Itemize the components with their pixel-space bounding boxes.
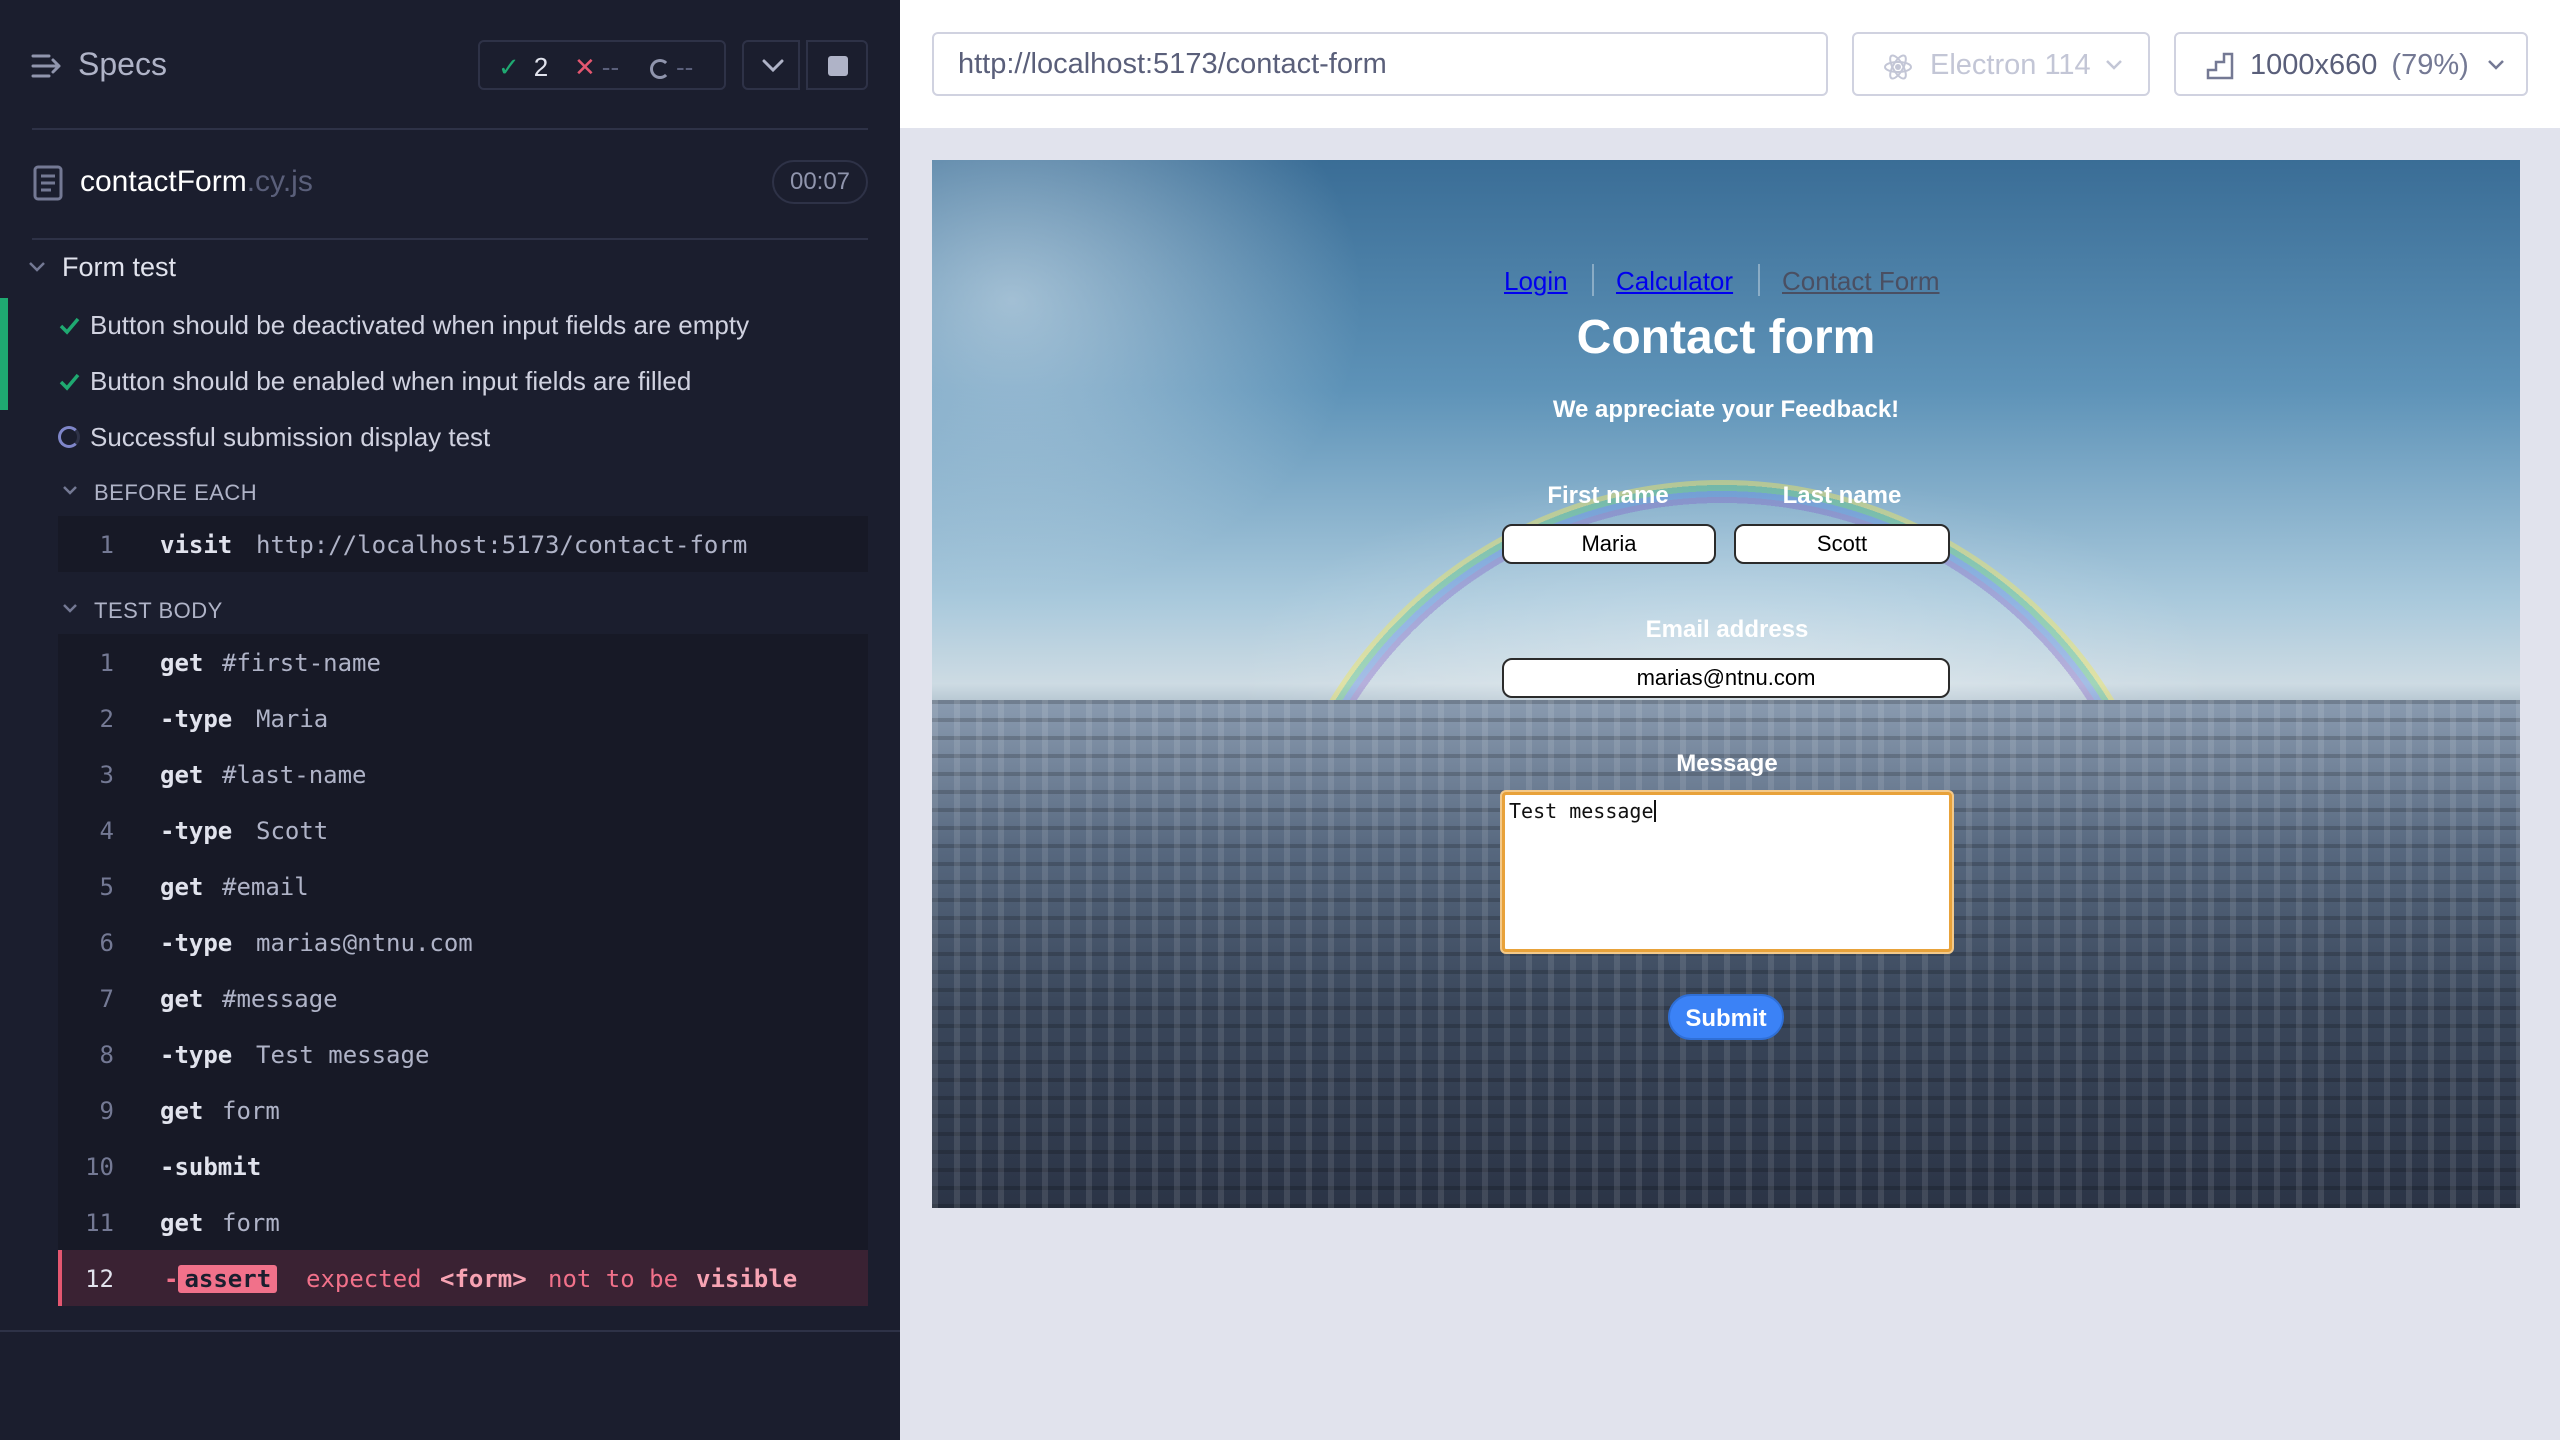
test-title: Button should be enabled when input fiel… (90, 366, 692, 396)
first-name-label: First name (1547, 482, 1669, 509)
spec-name[interactable]: contactForm.cy.js (80, 165, 313, 199)
duration-badge: 00:07 (772, 160, 868, 204)
collapse-button[interactable] (742, 40, 800, 90)
viewport-selector[interactable]: 1000x660 (79%) (2174, 32, 2528, 96)
chevron-down-icon (762, 59, 784, 73)
test-body-hook[interactable]: TEST BODY (0, 590, 900, 630)
assert-badge: assert (178, 1265, 278, 1293)
test-title: Button should be deactivated when input … (90, 310, 750, 340)
x-icon: ✕ (574, 52, 596, 82)
reporter-header: Specs ✓ 2 ✕ -- -- (0, 0, 900, 130)
command-log-panel: Specs ✓ 2 ✕ -- -- contactForm.cy.js 00:07 (0, 0, 900, 1440)
spec-file-row: contactForm.cy.js 00:07 (0, 150, 900, 220)
test-row-passed[interactable]: Button should be deactivated when input … (0, 298, 900, 354)
divider (0, 1330, 900, 1332)
message-label: Message (1676, 750, 1778, 777)
test-body-commands: 1 get #first-name 2 -type Maria 3 get #last-name… (58, 634, 868, 1306)
before-each-hook[interactable]: BEFORE EACH (0, 472, 900, 512)
divider (32, 238, 868, 240)
command-row[interactable]: 4 -type Scott (58, 802, 868, 858)
command-row[interactable]: 9 get form (58, 1082, 868, 1138)
text-caret (1653, 800, 1656, 822)
passed-count: ✓ 2 (498, 52, 549, 82)
submit-button[interactable]: Submit (1668, 994, 1784, 1040)
nav-login-link[interactable]: Login (1504, 266, 1568, 297)
suite-title: Form test (62, 252, 177, 282)
command-row[interactable]: 1 visit http://localhost:5173/contact-fo… (58, 516, 868, 572)
nav-calculator-link[interactable]: Calculator (1616, 266, 1733, 297)
command-row[interactable]: 11 get form (58, 1194, 868, 1250)
check-icon: ✓ (498, 52, 520, 82)
running-icon (58, 426, 80, 448)
command-row[interactable]: 6 -type marias@ntnu.com (58, 914, 868, 970)
ruler-icon (2206, 52, 2234, 80)
command-row[interactable]: 10 -submit (58, 1138, 868, 1194)
command-row[interactable]: 8 -type Test message (58, 1026, 868, 1082)
last-name-input[interactable]: Scott (1734, 524, 1950, 564)
first-name-input[interactable]: Maria (1502, 524, 1716, 564)
suite-row[interactable]: Form test (0, 250, 900, 290)
nav-separator (1758, 264, 1760, 296)
before-each-commands: 1 visit http://localhost:5173/contact-fo… (58, 516, 868, 572)
last-name-label: Last name (1782, 482, 1902, 509)
chevron-down-icon (63, 604, 77, 613)
stop-button[interactable] (806, 40, 868, 90)
command-row[interactable]: 1 get #first-name (58, 634, 868, 690)
page-title: Contact form (1576, 311, 1876, 364)
chevron-down-icon (63, 486, 77, 495)
chevron-down-icon (29, 262, 45, 272)
electron-icon (1884, 54, 1912, 80)
app-under-test: Login Calculator Contact Form Contact fo… (932, 160, 2520, 1208)
url-bar[interactable]: http://localhost:5173/contact-form (932, 32, 1828, 96)
hook-label: TEST BODY (94, 598, 223, 623)
nav-contact-form-link[interactable]: Contact Form (1782, 266, 1940, 297)
email-label: Email address (1645, 616, 1809, 643)
chevron-down-icon (2488, 60, 2504, 70)
app-nav: Login Calculator Contact Form (1504, 264, 1948, 300)
hook-label: BEFORE EACH (94, 480, 258, 505)
pass-indicator-bar (0, 298, 8, 354)
check-icon (59, 373, 80, 391)
stop-icon (828, 56, 848, 76)
pass-indicator-bar (0, 354, 8, 410)
document-icon (33, 165, 63, 201)
chevron-down-icon (2106, 60, 2122, 70)
command-row[interactable]: 5 get #email (58, 858, 868, 914)
failed-count: ✕ -- (574, 52, 620, 82)
browser-selector[interactable]: Electron 114 (1852, 32, 2150, 96)
check-icon (59, 317, 80, 335)
test-title: Successful submission display test (90, 422, 491, 452)
command-row[interactable]: 7 get #message (58, 970, 868, 1026)
pending-icon (650, 59, 670, 79)
page-subtitle: We appreciate your Feedback! (1552, 396, 1900, 423)
email-input[interactable]: marias@ntnu.com (1502, 658, 1950, 698)
test-stats: ✓ 2 ✕ -- -- (478, 40, 726, 90)
divider (32, 128, 868, 130)
aut-toolbar: http://localhost:5173/contact-form Elect… (900, 0, 2560, 128)
specs-list-icon[interactable] (30, 50, 62, 82)
nav-separator (1592, 264, 1594, 296)
test-row-running[interactable]: Successful submission display test (0, 410, 900, 466)
failed-assert-row[interactable]: 12- assert expected <form> not to be visible (58, 1250, 868, 1306)
pending-count: -- (650, 52, 693, 82)
message-textarea[interactable]: Test message (1502, 792, 1952, 952)
command-row[interactable]: 2 -type Maria (58, 690, 868, 746)
specs-title[interactable]: Specs (78, 46, 167, 83)
command-row[interactable]: 3 get #last-name (58, 746, 868, 802)
test-row-passed[interactable]: Button should be enabled when input fiel… (0, 354, 900, 410)
